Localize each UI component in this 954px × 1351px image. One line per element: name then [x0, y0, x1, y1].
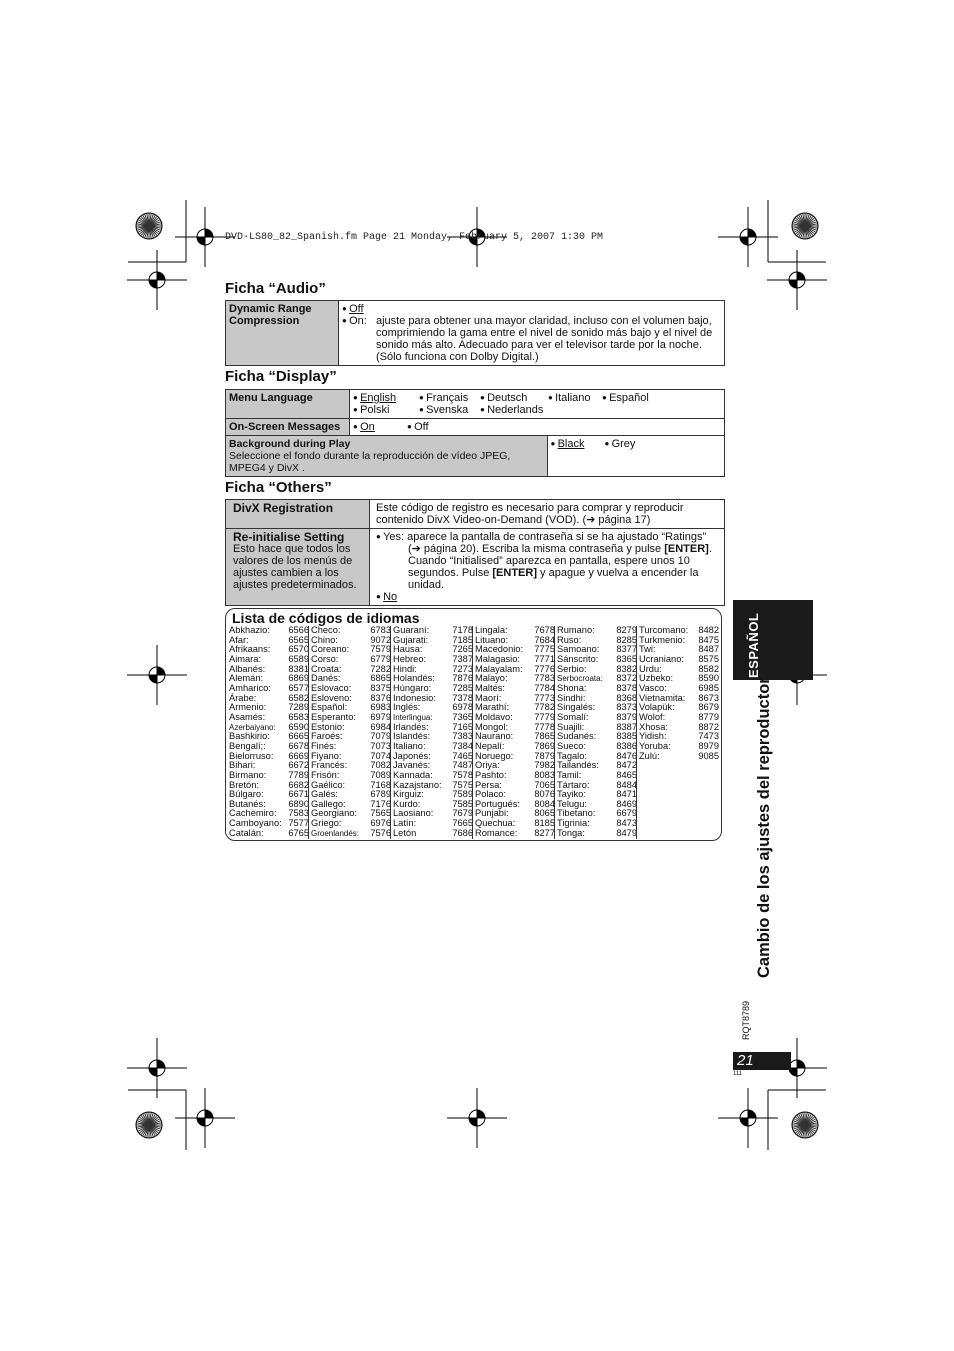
page-number: 21: [733, 1052, 791, 1070]
option-black[interactable]: Black: [551, 438, 601, 450]
background-options: Black Grey: [546, 435, 726, 477]
language-column: Guaraní: 7178 Gujarati: 7185 Hausa: 7265 Hebre…: [393, 625, 473, 839]
language-code: 6765: [288, 827, 309, 838]
option-no-label: No: [383, 591, 398, 603]
option-nederlands[interactable]: Nederlands: [480, 404, 544, 416]
language-name: Romance:: [475, 827, 518, 838]
option-label: Nederlands: [487, 404, 544, 416]
language-column: Lingala: 7678 Lituano: 7684 Macedonio: 7775 Ma…: [475, 625, 555, 839]
language-name: Zulú:: [639, 750, 660, 761]
option-label: Grey: [611, 438, 636, 450]
option-label: Italiano: [555, 392, 591, 404]
osm-options: On Off: [349, 418, 725, 436]
menu-language-label: Menu Language: [225, 389, 350, 419]
audio-options: Off On:ajuste para obtener una mayor cla…: [338, 300, 725, 366]
option-label: Off: [414, 421, 429, 433]
language-column: Checo: 6783 Chino: 9072 Coreano: 7579 Corso: 67…: [311, 625, 391, 839]
enter-key: [ENTER]: [664, 543, 709, 555]
column-divider: [636, 626, 637, 839]
background-title: Background during Play: [229, 438, 351, 450]
language-name: Griego:: [311, 818, 342, 829]
language-name: Groenlandés:: [311, 828, 360, 838]
reinit-title: Re-initialise Setting: [233, 530, 345, 544]
option-off[interactable]: Off: [407, 421, 457, 433]
option-español[interactable]: Español: [602, 392, 662, 404]
language-name: Inglés:: [393, 702, 421, 713]
menu-language-options: English Français Deutsch Italiano Español Pol…: [349, 389, 725, 419]
option-label: Polski: [360, 404, 390, 416]
page-subnumber: 111: [733, 1071, 743, 1077]
audio-heading: Ficha “Audio”: [225, 280, 326, 297]
reinit-options: Yes: aparece la pantalla de contraseña s…: [369, 528, 725, 606]
reinit-desc: Esto hace que todos los valores de los m…: [233, 543, 357, 591]
option-label: Deutsch: [487, 392, 528, 404]
audio-table: Dynamic Range Compression Off On:ajuste …: [225, 300, 725, 366]
file-info: DVD-LS80_82_Spanish.fm Page 21 Monday, F…: [225, 232, 604, 243]
reinit-label: Re-initialise Setting Esto hace que todos…: [225, 528, 370, 606]
option-english[interactable]: English: [353, 392, 415, 404]
option-deutsch[interactable]: Deutsch: [480, 392, 544, 404]
language-entry: Romance: 8277: [475, 827, 555, 839]
option-label: Español: [609, 392, 649, 404]
enter-key: [ENTER]: [492, 567, 537, 579]
language-name: Letón: [393, 827, 417, 838]
language-entry: Tonga: 8479: [557, 827, 637, 839]
background-label: Background during Play Seleccione el fond…: [225, 435, 548, 477]
language-entry: Catalán: 6765: [229, 827, 309, 839]
language-column: Rumano: 8279 Ruso: 8285 Samoano: 8377 Sánscrit…: [557, 625, 637, 839]
option-on[interactable]: On: [353, 421, 403, 433]
option-on[interactable]: On:: [342, 315, 376, 363]
others-heading: Ficha “Others”: [225, 479, 332, 496]
others-table: DivX Registration Este código de registr…: [225, 499, 725, 606]
language-name: Tonga:: [557, 827, 585, 838]
option-polski[interactable]: Polski: [353, 404, 415, 416]
option-off-label: Off: [349, 303, 364, 315]
option-label: Black: [557, 438, 585, 450]
option-italiano[interactable]: Italiano: [548, 392, 598, 404]
language-code-title: Lista de códigos de idiomas: [232, 610, 420, 626]
option-svenska[interactable]: Svenska: [419, 404, 476, 416]
document-code: RQT8789: [741, 1000, 751, 1040]
language-entry: Letón 7686: [393, 827, 473, 839]
option-yes[interactable]: Yes: aparece la pantalla de contraseña s…: [376, 531, 721, 591]
chapter-title: Cambio de los ajustes del reproductor: [755, 677, 773, 978]
background-desc: Seleccione el fondo durante la reproducc…: [229, 450, 511, 474]
column-divider: [554, 626, 555, 839]
language-name: Serbio:: [557, 663, 587, 674]
option-label: Français: [426, 392, 469, 404]
language-code: 8479: [616, 827, 637, 838]
divx-desc: Este código de registro es necesario par…: [369, 499, 725, 529]
option-label: On: [360, 421, 375, 433]
osm-label: On-Screen Messages: [225, 418, 350, 436]
option-label: Svenska: [426, 404, 469, 416]
column-divider: [390, 626, 391, 839]
language-code: 7576: [370, 827, 391, 838]
language-column: Abkhazio: 6566 Afar: 6565 Afrikaans: 6570 Aima…: [229, 625, 309, 839]
language-tab: ESPAÑOL: [733, 600, 813, 680]
option-label: English: [360, 392, 397, 404]
language-code: 8277: [534, 827, 555, 838]
option-grey[interactable]: Grey: [605, 438, 655, 450]
language-tab-label: ESPAÑOL: [746, 612, 761, 678]
language-entry: Zulú: 9085: [639, 750, 719, 762]
language-name: Catalán:: [229, 827, 264, 838]
language-code: 9085: [698, 750, 719, 761]
language-column: Turcomano: 8482 Turkmenio: 8475 Twi: 8487 Ucra…: [639, 625, 719, 762]
option-off[interactable]: Off: [342, 303, 721, 315]
setting-label: Dynamic Range Compression: [225, 300, 339, 366]
divx-label: DivX Registration: [225, 499, 370, 529]
display-table: Menu Language English Français Deutsch Ital…: [225, 389, 726, 477]
column-divider: [308, 626, 309, 839]
language-entry: Groenlandés: 7576: [311, 827, 391, 839]
option-no[interactable]: No: [376, 591, 721, 603]
option-on-desc: ajuste para obtener una mayor claridad, …: [376, 315, 713, 363]
yes-text: Yes: aparece la pantalla de contraseña s…: [383, 531, 707, 555]
option-français[interactable]: Français: [419, 392, 476, 404]
language-code: 7686: [452, 827, 473, 838]
column-divider: [472, 626, 473, 839]
language-name: Asamés:: [229, 711, 266, 722]
display-heading: Ficha “Display”: [225, 368, 337, 385]
